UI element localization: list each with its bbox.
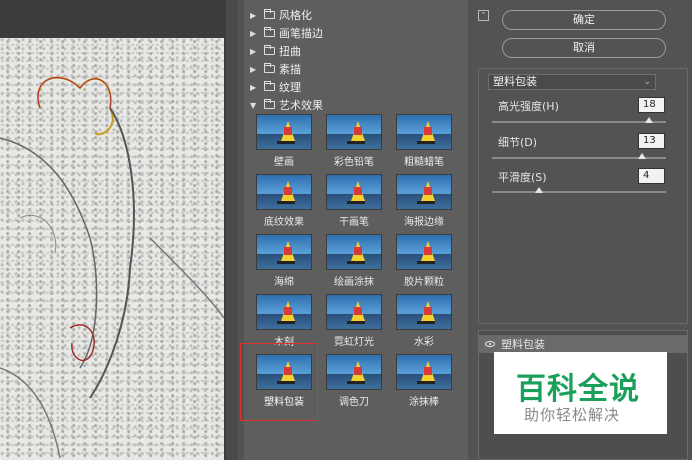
cancel-button[interactable]: 取消 xyxy=(502,38,666,58)
filter-thumbnail[interactable]: 绘画涂抹 xyxy=(320,234,388,290)
smoothness-input[interactable]: 4 xyxy=(638,168,665,184)
chevron-right-icon: ▶ xyxy=(250,46,257,56)
filter-preview-image xyxy=(396,234,452,270)
filter-preview-image xyxy=(256,174,312,210)
watermark-subtitle: 助你轻松解决 xyxy=(524,406,621,424)
filter-thumbnail-label: 海报边缘 xyxy=(404,217,444,228)
smoothness-slider[interactable] xyxy=(492,191,666,193)
filter-thumbnail-label: 底纹效果 xyxy=(264,217,304,228)
filter-thumbnail[interactable]: 水彩 xyxy=(390,294,458,350)
sketch-illustration xyxy=(0,76,224,459)
filter-thumbnail[interactable]: 木刻 xyxy=(250,294,318,350)
filter-preview-image xyxy=(396,294,452,330)
folder-icon xyxy=(264,45,275,55)
folder-open-icon xyxy=(264,99,275,109)
filter-thumbnail[interactable]: 彩色铅笔 xyxy=(320,114,388,170)
smoothness-label: 平滑度(S) xyxy=(498,171,547,184)
filter-thumbnail[interactable]: 海报边缘 xyxy=(390,174,458,230)
filter-preview-image xyxy=(326,294,382,330)
filter-preview-image xyxy=(396,354,452,390)
filter-thumbnail-label: 调色刀 xyxy=(339,397,369,408)
filter-thumbnail-label: 涂抹棒 xyxy=(409,397,439,408)
highlight-strength-slider[interactable] xyxy=(492,121,666,123)
highlight-strength-input[interactable]: 18 xyxy=(638,97,665,113)
filter-preview-image xyxy=(396,174,452,210)
folder-icon xyxy=(264,81,275,91)
filter-thumbnail-label: 干画笔 xyxy=(339,217,369,228)
filter-thumbnail-label: 壁画 xyxy=(274,157,294,168)
folder-icon xyxy=(264,9,275,19)
watermark-title: 百科全说 xyxy=(516,372,640,407)
filter-thumbnail[interactable]: 干画笔 xyxy=(320,174,388,230)
filter-thumbnail-label: 水彩 xyxy=(414,337,434,348)
category-sketch[interactable]: ▶ 素描 xyxy=(244,60,468,78)
eye-icon[interactable] xyxy=(485,341,495,347)
chevron-down-icon: ⌄ xyxy=(643,77,651,87)
filter-thumbnail-label: 彩色铅笔 xyxy=(334,157,374,168)
filter-thumbnail[interactable]: 胶片颗粒 xyxy=(390,234,458,290)
filter-preview-image xyxy=(326,354,382,390)
detail-input[interactable]: 13 xyxy=(638,133,665,149)
detail-label: 细节(D) xyxy=(498,136,538,149)
category-texture[interactable]: ▶ 纹理 xyxy=(244,78,468,96)
category-artistic[interactable]: ▼ 艺术效果 xyxy=(244,96,468,114)
chevron-right-icon: ▶ xyxy=(250,82,257,92)
filter-select[interactable]: 塑料包装 ⌄ xyxy=(488,74,656,90)
highlight-strength-slider-thumb[interactable] xyxy=(644,117,653,123)
watermark-logo: 百科全说 助你轻松解决 xyxy=(494,352,667,434)
filter-thumbnail[interactable]: 调色刀 xyxy=(320,354,388,410)
folder-icon xyxy=(264,63,275,73)
chevron-down-icon: ▼ xyxy=(250,100,257,110)
filter-thumbnail[interactable]: 涂抹棒 xyxy=(390,354,458,410)
filter-thumbnail-label: 霓虹灯光 xyxy=(334,337,374,348)
folder-icon xyxy=(264,27,275,37)
chevron-right-icon: ▶ xyxy=(250,28,257,38)
ok-button[interactable]: 确定 xyxy=(502,10,666,30)
filter-thumbnail[interactable]: 底纹效果 xyxy=(250,174,318,230)
filter-thumbnail[interactable]: 壁画 xyxy=(250,114,318,170)
filter-preview-image xyxy=(326,114,382,150)
collapse-gallery-button[interactable]: ⌃ xyxy=(478,10,489,21)
filter-thumbnail-label: 粗糙蜡笔 xyxy=(404,157,444,168)
filter-preview-image xyxy=(256,114,312,150)
filter-preview-image xyxy=(396,114,452,150)
effect-layer-row[interactable]: 塑料包装 xyxy=(479,335,687,353)
chevron-right-icon: ▶ xyxy=(250,10,257,20)
preview-image xyxy=(0,38,224,460)
filter-preview-image xyxy=(326,234,382,270)
filter-thumbnail[interactable]: 海绵 xyxy=(250,234,318,290)
filter-preview-image xyxy=(256,294,312,330)
category-brush-strokes[interactable]: ▶ 画笔描边 xyxy=(244,24,468,42)
selected-filter-highlight xyxy=(240,343,318,421)
filter-preview-image xyxy=(256,234,312,270)
filter-thumbnail-label: 绘画涂抹 xyxy=(334,277,374,288)
highlight-strength-label: 高光强度(H) xyxy=(498,100,559,113)
filter-thumbnail-label: 胶片颗粒 xyxy=(404,277,444,288)
filter-thumbnail[interactable]: 霓虹灯光 xyxy=(320,294,388,350)
filter-preview-image xyxy=(326,174,382,210)
filter-thumbnail[interactable]: 粗糙蜡笔 xyxy=(390,114,458,170)
category-stylize[interactable]: ▶ 风格化 xyxy=(244,6,468,24)
filter-thumbnail-label: 海绵 xyxy=(274,277,294,288)
detail-slider-thumb[interactable] xyxy=(637,153,646,159)
chevron-right-icon: ▶ xyxy=(250,64,257,74)
preview-scrollbar[interactable] xyxy=(226,0,238,460)
smoothness-slider-thumb[interactable] xyxy=(534,187,543,193)
category-distort[interactable]: ▶ 扭曲 xyxy=(244,42,468,60)
preview-area[interactable] xyxy=(0,0,238,460)
